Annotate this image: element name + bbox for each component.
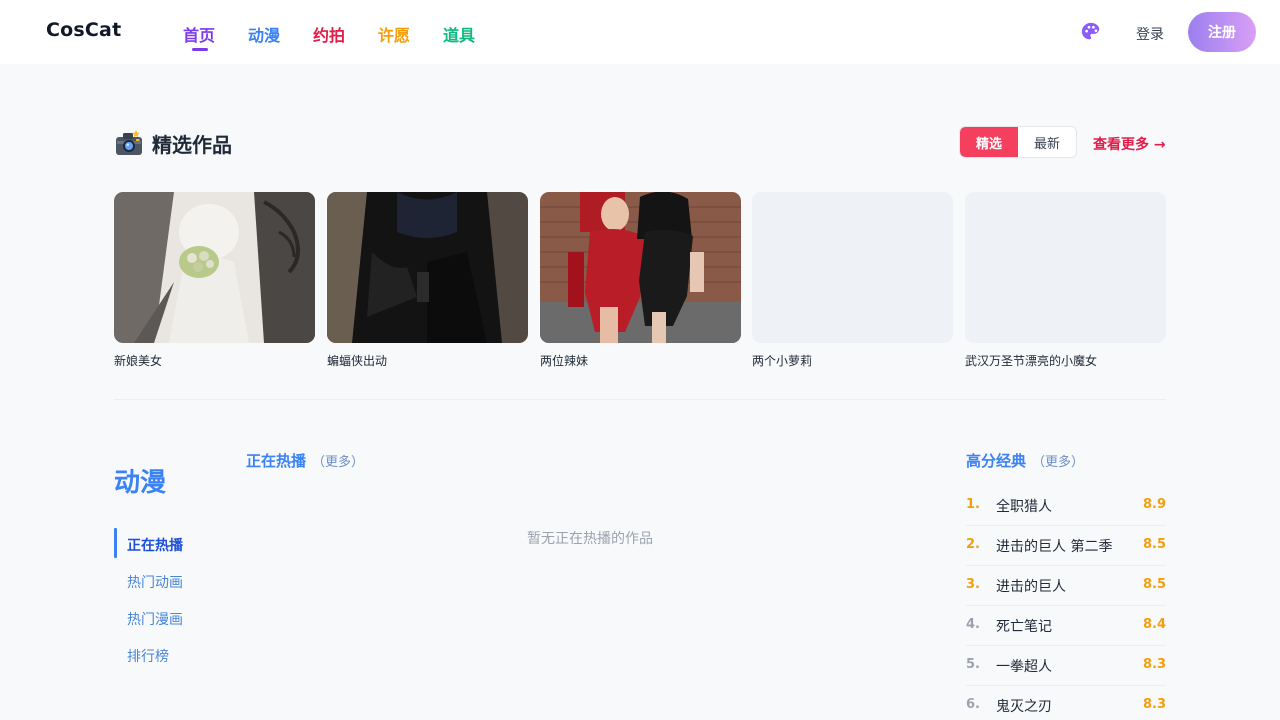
top-header: CosCat 首页 动漫 约拍 许愿 道具 登录 注册 xyxy=(0,0,1280,64)
card-image-placeholder xyxy=(965,192,1166,343)
rank-score: 8.9 xyxy=(1142,497,1166,512)
side-item-hot-manga[interactable]: 热门漫画 xyxy=(127,609,183,629)
toggle-latest[interactable]: 最新 xyxy=(1018,127,1076,157)
ranking-row[interactable]: 5. 一拳超人 8.3 xyxy=(966,646,1166,686)
ranking-row[interactable]: 1. 全职猎人 8.9 xyxy=(966,486,1166,526)
rank-title: 进击的巨人 xyxy=(996,579,1066,595)
card-caption: 武汉万圣节漂亮的小魔女 xyxy=(965,354,1098,368)
ranking-row[interactable]: 6. 鬼灭之刃 8.3 xyxy=(966,686,1166,720)
ranking-row[interactable]: 2. 进击的巨人 第二季 8.5 xyxy=(966,526,1166,566)
card-caption: 两个小萝莉 xyxy=(752,354,813,368)
rank-score: 8.4 xyxy=(1142,617,1166,632)
rank-number: 3. xyxy=(966,577,980,592)
side-item-hot-anime[interactable]: 热门动画 xyxy=(127,572,183,592)
card-image-placeholder xyxy=(752,192,953,343)
featured-card[interactable]: 两个小萝莉 xyxy=(752,192,953,369)
rank-score: 8.5 xyxy=(1142,577,1166,592)
nav-active-indicator xyxy=(192,48,208,51)
card-caption: 两位辣妹 xyxy=(540,354,589,368)
side-item-ranking[interactable]: 排行榜 xyxy=(127,646,169,666)
featured-card[interactable]: 武汉万圣节漂亮的小魔女 xyxy=(965,192,1166,369)
card-caption: 蝙蝠侠出动 xyxy=(327,354,388,368)
featured-title-text: 精选作品 xyxy=(152,132,232,157)
card-image xyxy=(540,192,741,343)
now-playing-title: 正在热播 xyxy=(246,452,307,470)
featured-card[interactable]: 新娘美女 xyxy=(114,192,315,369)
rank-title: 死亡笔记 xyxy=(996,619,1052,635)
rank-score: 8.3 xyxy=(1142,657,1166,672)
section-divider xyxy=(114,399,1166,400)
featured-card[interactable]: 蝙蝠侠出动 xyxy=(327,192,528,369)
login-button[interactable]: 登录 xyxy=(1136,24,1164,44)
featured-card[interactable]: 两位辣妹 xyxy=(540,192,741,369)
nav-props[interactable]: 道具 xyxy=(443,22,475,46)
rank-number: 4. xyxy=(966,617,980,632)
now-playing-empty: 暂无正在热播的作品 xyxy=(527,531,653,547)
rank-number: 2. xyxy=(966,537,980,552)
rank-score: 8.3 xyxy=(1142,697,1166,712)
view-more-link[interactable]: 查看更多 → xyxy=(1093,134,1166,154)
rank-number: 5. xyxy=(966,657,980,672)
camera-icon xyxy=(116,130,142,155)
nav-photoshoot[interactable]: 约拍 xyxy=(313,22,345,46)
featured-title: 精选作品 xyxy=(114,128,232,158)
card-caption: 新娘美女 xyxy=(114,354,163,368)
nav-home[interactable]: 首页 xyxy=(183,22,216,51)
nav-home-label: 首页 xyxy=(183,26,216,45)
rank-title: 一拳超人 xyxy=(996,659,1052,675)
classics-list: 1. 全职猎人 8.9 2. 进击的巨人 第二季 8.5 3. 进击的巨人 8.… xyxy=(966,486,1166,720)
side-item-now-playing[interactable]: 正在热播 xyxy=(127,535,183,555)
rank-score: 8.5 xyxy=(1142,537,1166,552)
logo[interactable]: CosCat xyxy=(46,19,121,41)
rank-title: 全职猎人 xyxy=(996,499,1052,515)
register-button[interactable]: 注册 xyxy=(1188,12,1256,52)
classics-title: 高分经典 xyxy=(966,452,1027,470)
toggle-featured[interactable]: 精选 xyxy=(960,127,1018,157)
now-playing-more-link[interactable]: （更多） xyxy=(312,451,364,470)
side-menu-active-bar xyxy=(114,528,117,558)
nav-anime[interactable]: 动漫 xyxy=(248,22,280,46)
rank-title: 进击的巨人 第二季 xyxy=(996,539,1113,555)
card-image xyxy=(327,192,528,343)
rank-number: 1. xyxy=(966,497,980,512)
card-image xyxy=(114,192,315,343)
anime-heading: 动漫 xyxy=(114,468,167,498)
palette-icon[interactable] xyxy=(1080,21,1102,43)
ranking-row[interactable]: 3. 进击的巨人 8.5 xyxy=(966,566,1166,606)
ranking-row[interactable]: 4. 死亡笔记 8.4 xyxy=(966,606,1166,646)
rank-number: 6. xyxy=(966,697,980,712)
rank-title: 鬼灭之刃 xyxy=(996,699,1052,715)
classics-more-link[interactable]: （更多） xyxy=(1032,451,1084,470)
nav-wish[interactable]: 许愿 xyxy=(378,22,410,46)
featured-toggle: 精选 最新 xyxy=(959,126,1077,158)
